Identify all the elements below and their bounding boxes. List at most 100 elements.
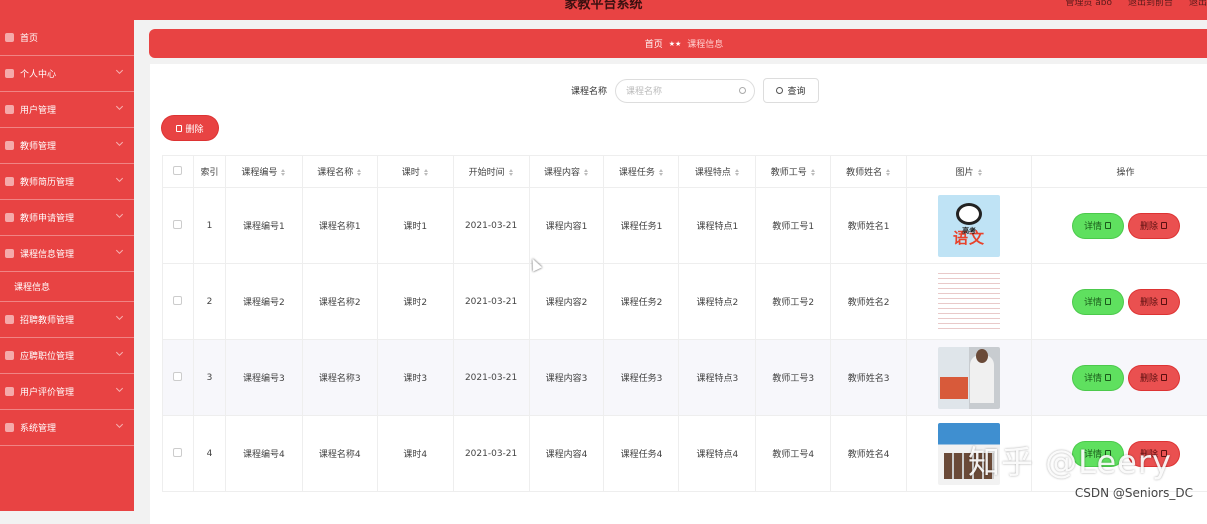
cell-content: 课程内容4	[529, 416, 604, 492]
sort-icon[interactable]	[811, 169, 816, 176]
course-image-worksheet[interactable]	[938, 271, 1000, 333]
logout-link[interactable]: 退出	[1189, 0, 1207, 8]
doc-icon	[1105, 298, 1111, 305]
sidebar-item-reviews[interactable]: 用户评价管理	[0, 374, 134, 410]
cell-code: 课程编号4	[225, 416, 302, 492]
column-header-label: 课程编号	[241, 168, 277, 178]
chevron-down-icon	[116, 385, 123, 392]
sort-icon[interactable]	[886, 169, 891, 176]
column-header[interactable]: 课时	[377, 156, 453, 188]
batch-delete-button[interactable]: 删除	[162, 116, 218, 140]
detail-button[interactable]: 详情	[1073, 366, 1123, 390]
chevron-down-icon	[116, 175, 123, 182]
cell-feature: 课程特点3	[679, 340, 756, 416]
column-header[interactable]: 课程任务	[604, 156, 679, 188]
cell-start: 2021-03-21	[453, 264, 529, 340]
cell-index: 2	[193, 264, 225, 340]
chevron-down-icon	[116, 67, 123, 74]
delete-button[interactable]: 删除	[1129, 214, 1179, 238]
sidebar-item-users[interactable]: 用户管理	[0, 92, 134, 128]
cell-feature: 课程特点2	[679, 264, 756, 340]
sort-icon[interactable]	[735, 169, 740, 176]
sort-icon[interactable]	[424, 169, 429, 176]
trash-icon	[1161, 222, 1167, 229]
course-image-teacher[interactable]	[938, 347, 1000, 409]
sidebar-item-label: 教师简历管理	[20, 175, 74, 188]
column-header-label: 教师工号	[771, 168, 807, 178]
sidebar-item-system[interactable]: 系统管理	[0, 410, 134, 446]
cell-code: 课程编号1	[225, 188, 302, 264]
chat-icon	[5, 315, 14, 324]
sort-icon[interactable]	[659, 169, 664, 176]
search-icon	[739, 87, 746, 94]
breadcrumb-home[interactable]: 首页	[645, 37, 663, 50]
sidebar-item-label: 课程信息	[14, 280, 50, 293]
bulb-icon	[5, 213, 14, 222]
sidebar-item-teachers[interactable]: 教师管理	[0, 128, 134, 164]
sidebar-item-personal[interactable]: 个人中心	[0, 56, 134, 92]
row-select-cell[interactable]	[163, 416, 194, 492]
sidebar-subitem-course-info[interactable]: 课程信息	[0, 272, 134, 302]
cell-index: 1	[193, 188, 225, 264]
delete-label: 删除	[1140, 371, 1158, 384]
detail-button[interactable]: 详情	[1073, 214, 1123, 238]
column-header[interactable]: 课程编号	[225, 156, 302, 188]
delete-button[interactable]: 删除	[1129, 366, 1179, 390]
select-all-cell[interactable]	[163, 156, 194, 188]
cell-feature: 课程特点4	[679, 416, 756, 492]
doc-icon	[1105, 222, 1111, 229]
sidebar-item-applications[interactable]: 教师申请管理	[0, 200, 134, 236]
sidebar-item-positions[interactable]: 应聘职位管理	[0, 338, 134, 374]
sidebar-item-courses[interactable]: 课程信息管理	[0, 236, 134, 272]
sort-icon[interactable]	[281, 169, 286, 176]
sort-icon[interactable]	[584, 169, 589, 176]
cell-image: 高考语文	[907, 188, 1032, 264]
clock-icon	[956, 203, 982, 225]
sidebar-item-label: 课程信息管理	[20, 247, 74, 260]
row-select-cell[interactable]	[163, 264, 194, 340]
header-links: 管理员 abo 退出到前台 退出	[1065, 0, 1207, 8]
column-header-label: 图片	[956, 168, 974, 178]
row-checkbox[interactable]	[173, 220, 182, 229]
row-checkbox[interactable]	[173, 372, 182, 381]
column-header: 索引	[193, 156, 225, 188]
detail-label: 详情	[1084, 295, 1102, 308]
sort-icon[interactable]	[357, 169, 362, 176]
image-head	[976, 349, 988, 363]
delete-button[interactable]: 删除	[1129, 290, 1179, 314]
column-header[interactable]: 课程内容	[529, 156, 604, 188]
search-bar: 课程名称 课程名称 查询	[150, 78, 1207, 103]
cell-hours: 课时1	[377, 188, 453, 264]
course-image-chinese[interactable]: 高考语文	[938, 195, 1000, 257]
column-header[interactable]: 教师工号	[756, 156, 831, 188]
cell-actions: 详情 删除	[1032, 264, 1207, 340]
column-header[interactable]: 教师姓名	[831, 156, 907, 188]
sidebar-item-home[interactable]: 首页	[0, 20, 134, 56]
detail-button[interactable]: 详情	[1073, 290, 1123, 314]
sort-icon[interactable]	[509, 169, 514, 176]
column-header[interactable]: 课程名称	[302, 156, 377, 188]
column-header[interactable]: 课程特点	[679, 156, 756, 188]
column-header-label: 课程内容	[544, 168, 580, 178]
sidebar-item-recruit[interactable]: 招聘教师管理	[0, 302, 134, 338]
row-checkbox[interactable]	[173, 296, 182, 305]
cell-feature: 课程特点1	[679, 188, 756, 264]
back-to-front-link[interactable]: 退出到前台	[1128, 0, 1173, 8]
cell-task: 课程任务4	[604, 416, 679, 492]
app-title: 家教平台系统	[0, 0, 1207, 12]
csdn-watermark: CSDN @Seniors_DC	[1075, 486, 1193, 500]
cell-teacher-id: 教师工号1	[756, 188, 831, 264]
sort-icon[interactable]	[978, 169, 983, 176]
search-input[interactable]: 课程名称	[615, 79, 755, 103]
column-header[interactable]: 开始时间	[453, 156, 529, 188]
cell-content: 课程内容1	[529, 188, 604, 264]
admin-user-link[interactable]: 管理员 abo	[1065, 0, 1112, 8]
query-button[interactable]: 查询	[763, 78, 819, 103]
row-select-cell[interactable]	[163, 340, 194, 416]
row-checkbox[interactable]	[173, 448, 182, 457]
sidebar-item-resumes[interactable]: 教师简历管理	[0, 164, 134, 200]
column-header[interactable]: 图片	[907, 156, 1032, 188]
select-all-checkbox[interactable]	[173, 166, 182, 175]
row-select-cell[interactable]	[163, 188, 194, 264]
column-header-label: 教师姓名	[846, 168, 882, 178]
